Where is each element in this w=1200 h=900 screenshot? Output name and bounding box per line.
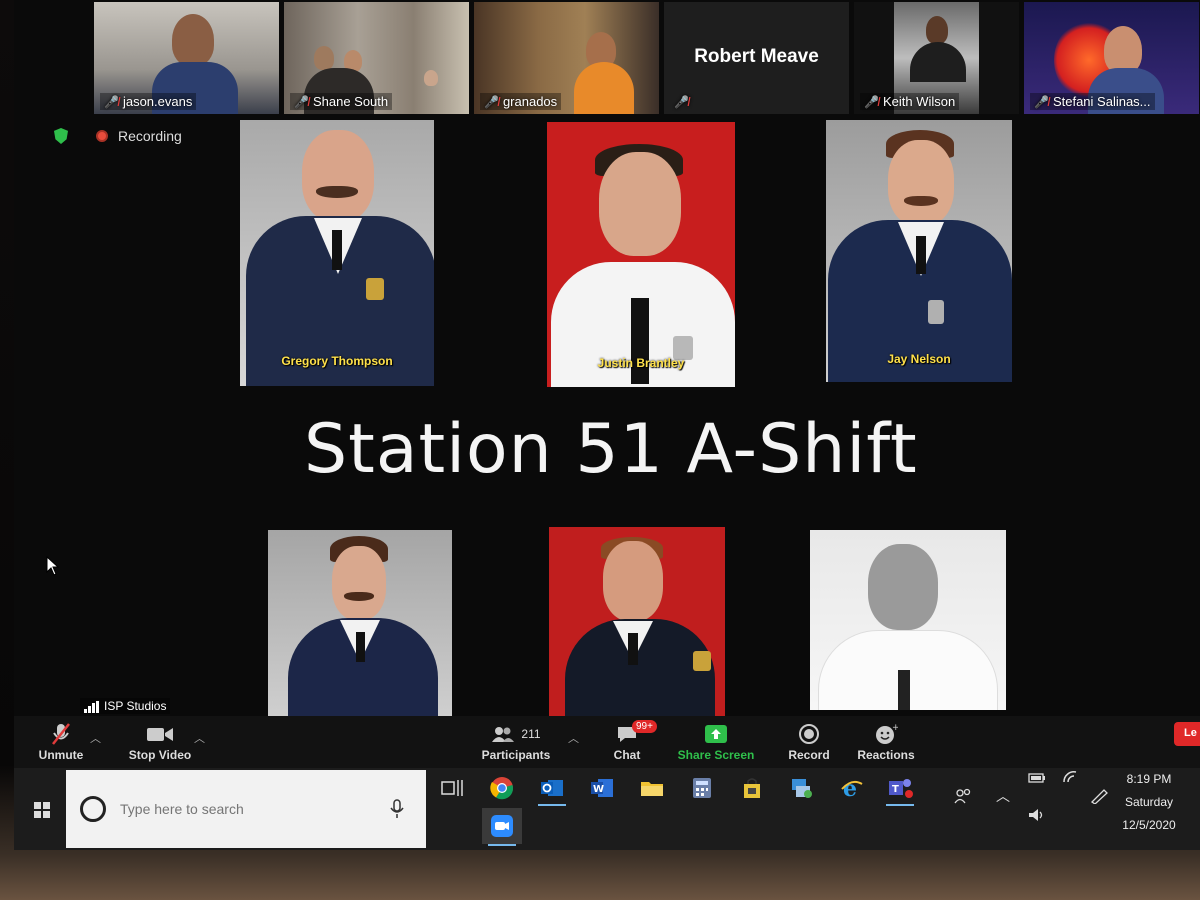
recording-label: Recording: [118, 128, 182, 144]
mic-muted-icon: 🎤̸: [294, 94, 309, 109]
zoom-app-icon[interactable]: [482, 808, 522, 846]
mic-muted-icon: 🎤̸: [484, 94, 499, 109]
portrait-bottom-center: [549, 527, 725, 716]
svg-text:+: +: [892, 723, 898, 733]
chat-button[interactable]: 99+ Chat: [604, 720, 657, 762]
share-screen-button[interactable]: Share Screen: [676, 722, 756, 762]
participant-gallery-strip: 🎤̸ jason.evans 🎤̸ Shane South 🎤̸ granado…: [94, 2, 1200, 122]
video-camera-icon: [147, 728, 173, 741]
record-icon: [799, 724, 819, 744]
participant-tile-jason-evans[interactable]: 🎤̸ jason.evans: [94, 2, 279, 114]
svg-text:e: e: [843, 776, 857, 800]
participant-tile-stefani-salinas[interactable]: 🎤̸ Stefani Salinas...: [1024, 2, 1199, 114]
portrait-jay-nelson: Jay Nelson: [826, 120, 1012, 382]
participant-tile-robert-meave[interactable]: Robert Meave 🎤̸: [664, 2, 849, 114]
participant-name-label: 🎤̸ Keith Wilson: [860, 93, 960, 110]
portrait-justin-brantley: Justin Brantley: [547, 122, 735, 387]
portrait-caption: Gregory Thompson: [281, 354, 393, 368]
outlook-icon[interactable]: [532, 772, 572, 806]
taskbar-clock[interactable]: 8:19 PM Saturday 12/5/2020: [1104, 768, 1194, 837]
portrait-gregory-thompson: Gregory Thompson: [240, 120, 434, 386]
chevron-up-icon[interactable]: ︿: [194, 730, 205, 746]
shared-slide-title: Station 51 A-Shift: [304, 410, 918, 489]
mouse-cursor-icon: [46, 555, 60, 581]
file-explorer-icon[interactable]: [632, 772, 672, 804]
taskbar-search-input[interactable]: [120, 801, 390, 817]
signal-strength-icon: [84, 699, 100, 713]
share-screen-icon: [705, 725, 727, 743]
participants-icon: [492, 727, 515, 742]
clock-day: Saturday: [1124, 795, 1174, 809]
wifi-icon[interactable]: [1062, 770, 1078, 787]
volume-icon[interactable]: [1028, 808, 1046, 825]
participant-name-label: 🎤̸ granados: [480, 93, 562, 110]
leave-meeting-button[interactable]: Le: [1174, 722, 1200, 746]
record-button[interactable]: Record: [784, 722, 834, 762]
show-hidden-icons-chevron[interactable]: ︿: [996, 786, 1010, 806]
stop-video-button[interactable]: Stop Video: [124, 722, 196, 762]
presenter-label: ISP Studios: [80, 698, 171, 714]
calculator-icon[interactable]: [682, 772, 722, 804]
portrait-caption: Jay Nelson: [887, 352, 951, 366]
clock-date: 12/5/2020: [1122, 818, 1176, 832]
recording-dot-icon: [96, 130, 108, 142]
mic-muted-icon: 🎤̸: [1034, 94, 1049, 109]
chevron-up-icon[interactable]: ︿: [90, 730, 101, 746]
battery-icon[interactable]: [1028, 772, 1046, 787]
participant-tile-keith-wilson[interactable]: 🎤̸ Keith Wilson: [854, 2, 1019, 114]
portrait-caption: Justin Brantley: [597, 356, 685, 370]
participant-name-label: 🎤̸: [670, 94, 693, 110]
windows-start-icon[interactable]: [34, 802, 50, 818]
participant-tile-granados[interactable]: 🎤̸ granados: [474, 2, 659, 114]
task-view-icon[interactable]: [432, 772, 472, 804]
cortana-icon[interactable]: [80, 796, 106, 822]
unmute-button[interactable]: Unmute: [36, 722, 86, 762]
reactions-button[interactable]: + Reactions: [854, 722, 918, 762]
mic-muted-icon: 🎤̸: [104, 94, 119, 109]
mic-muted-icon: 🎤̸: [674, 95, 689, 109]
svg-text:W: W: [593, 784, 604, 795]
chrome-icon[interactable]: [482, 772, 522, 804]
portrait-bottom-left: [268, 530, 452, 716]
security-shield-icon[interactable]: [54, 128, 68, 144]
participants-count: 211: [521, 727, 541, 741]
meeting-status-row: Recording: [54, 128, 182, 144]
participant-name-label: 🎤̸ Shane South: [290, 93, 393, 110]
portrait-bottom-right: [810, 530, 1006, 710]
mic-muted-icon: 🎤̸: [864, 94, 879, 109]
chevron-up-icon[interactable]: ︿: [568, 730, 579, 746]
svg-text:T: T: [892, 784, 899, 795]
participant-name-label: 🎤̸ Stefani Salinas...: [1030, 93, 1155, 110]
microphone-icon[interactable]: [390, 799, 404, 819]
participant-tile-shane-south[interactable]: 🎤̸ Shane South: [284, 2, 469, 114]
smiley-plus-icon: +: [876, 723, 898, 744]
clock-time: 8:19 PM: [1126, 772, 1172, 786]
windows-taskbar: W e T ︿ 8:19 PM Saturday 12/5/2020: [14, 768, 1200, 850]
network-app-icon[interactable]: [782, 772, 822, 804]
participant-name-center: Robert Meave: [694, 46, 819, 67]
zoom-meeting-toolbar: Unmute ︿ Stop Video ︿ 211 Participants ︿…: [14, 716, 1200, 768]
chat-unread-badge: 99+: [632, 720, 657, 733]
taskbar-search-box[interactable]: [66, 770, 426, 848]
word-icon[interactable]: W: [582, 772, 622, 804]
store-bag-icon[interactable]: [732, 772, 772, 804]
participants-button[interactable]: 211 Participants: [480, 722, 552, 762]
participant-name-label: 🎤̸ jason.evans: [100, 93, 197, 110]
teams-icon[interactable]: T: [880, 772, 920, 806]
microphone-muted-icon: [52, 723, 70, 745]
internet-explorer-icon[interactable]: e: [832, 772, 872, 804]
people-icon[interactable]: [954, 788, 972, 809]
